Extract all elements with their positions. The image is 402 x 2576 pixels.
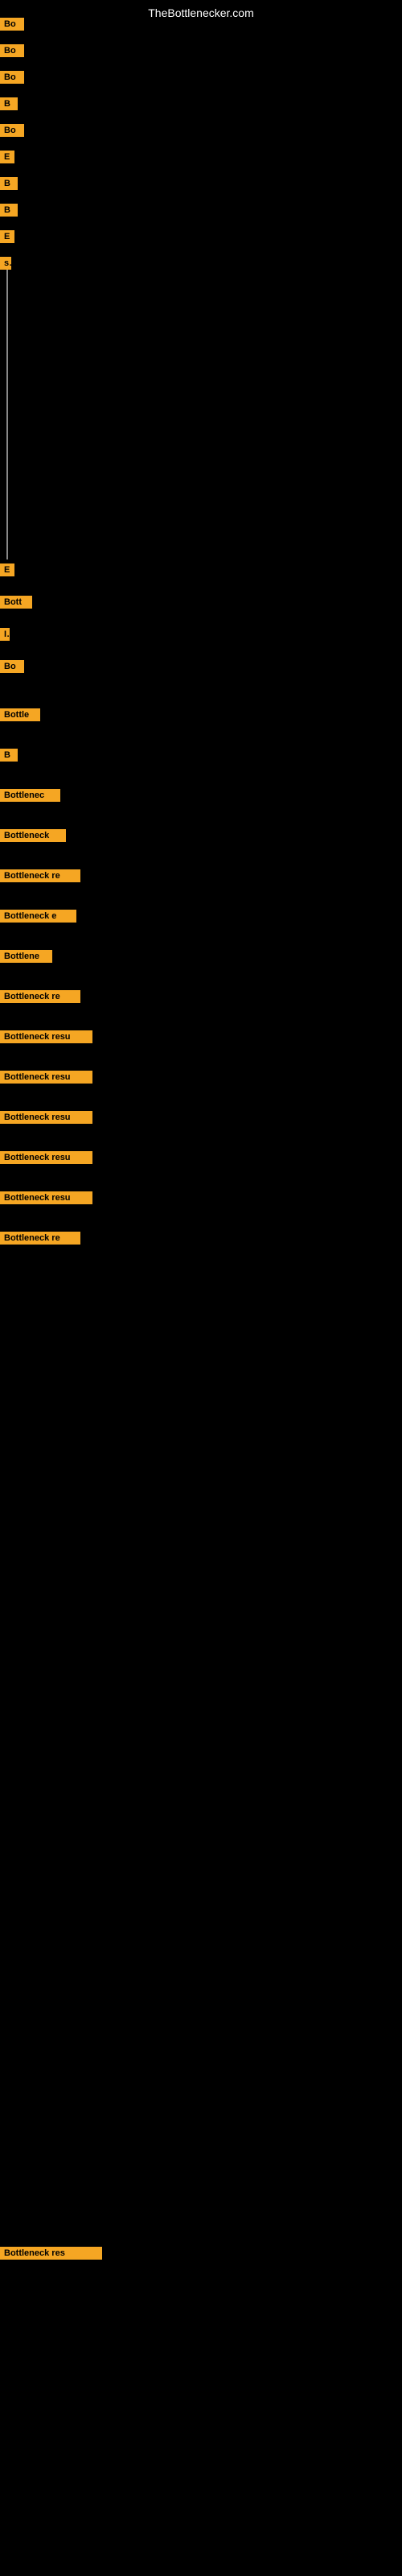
badge-5[interactable]: Bo: [0, 124, 24, 141]
badge-9[interactable]: E: [0, 230, 14, 247]
badge-13[interactable]: I: [0, 628, 10, 645]
badge-27[interactable]: Bottleneck resu: [0, 1191, 92, 1208]
badge-24[interactable]: Bottleneck resu: [0, 1071, 92, 1088]
badge-12[interactable]: Bott: [0, 596, 32, 613]
badge-8[interactable]: B: [0, 204, 18, 221]
badge-23[interactable]: Bottleneck resu: [0, 1030, 92, 1047]
badge-28[interactable]: Bottleneck re: [0, 1232, 80, 1249]
vline-1: [6, 270, 8, 559]
badge-6[interactable]: E: [0, 151, 14, 167]
badge-7[interactable]: B: [0, 177, 18, 194]
badge-15[interactable]: Bottle: [0, 708, 40, 725]
badge-3[interactable]: Bo: [0, 71, 24, 88]
badge-21[interactable]: Bottlene: [0, 950, 52, 967]
badge-11[interactable]: E: [0, 564, 14, 580]
badge-22[interactable]: Bottleneck re: [0, 990, 80, 1007]
badge-18[interactable]: Bottleneck: [0, 829, 66, 846]
badge-10[interactable]: s: [0, 257, 11, 274]
badge-26[interactable]: Bottleneck resu: [0, 1151, 92, 1168]
badge-2[interactable]: Bo: [0, 44, 24, 61]
badge-25[interactable]: Bottleneck resu: [0, 1111, 92, 1128]
badge-29[interactable]: Bottleneck res: [0, 2247, 102, 2264]
badge-14[interactable]: Bo: [0, 660, 24, 677]
badge-4[interactable]: B: [0, 97, 18, 114]
badge-1[interactable]: Bo: [0, 18, 24, 35]
badge-19[interactable]: Bottleneck re: [0, 869, 80, 886]
badge-17[interactable]: Bottlenec: [0, 789, 60, 806]
badge-20[interactable]: Bottleneck e: [0, 910, 76, 927]
badge-16[interactable]: B: [0, 749, 18, 766]
